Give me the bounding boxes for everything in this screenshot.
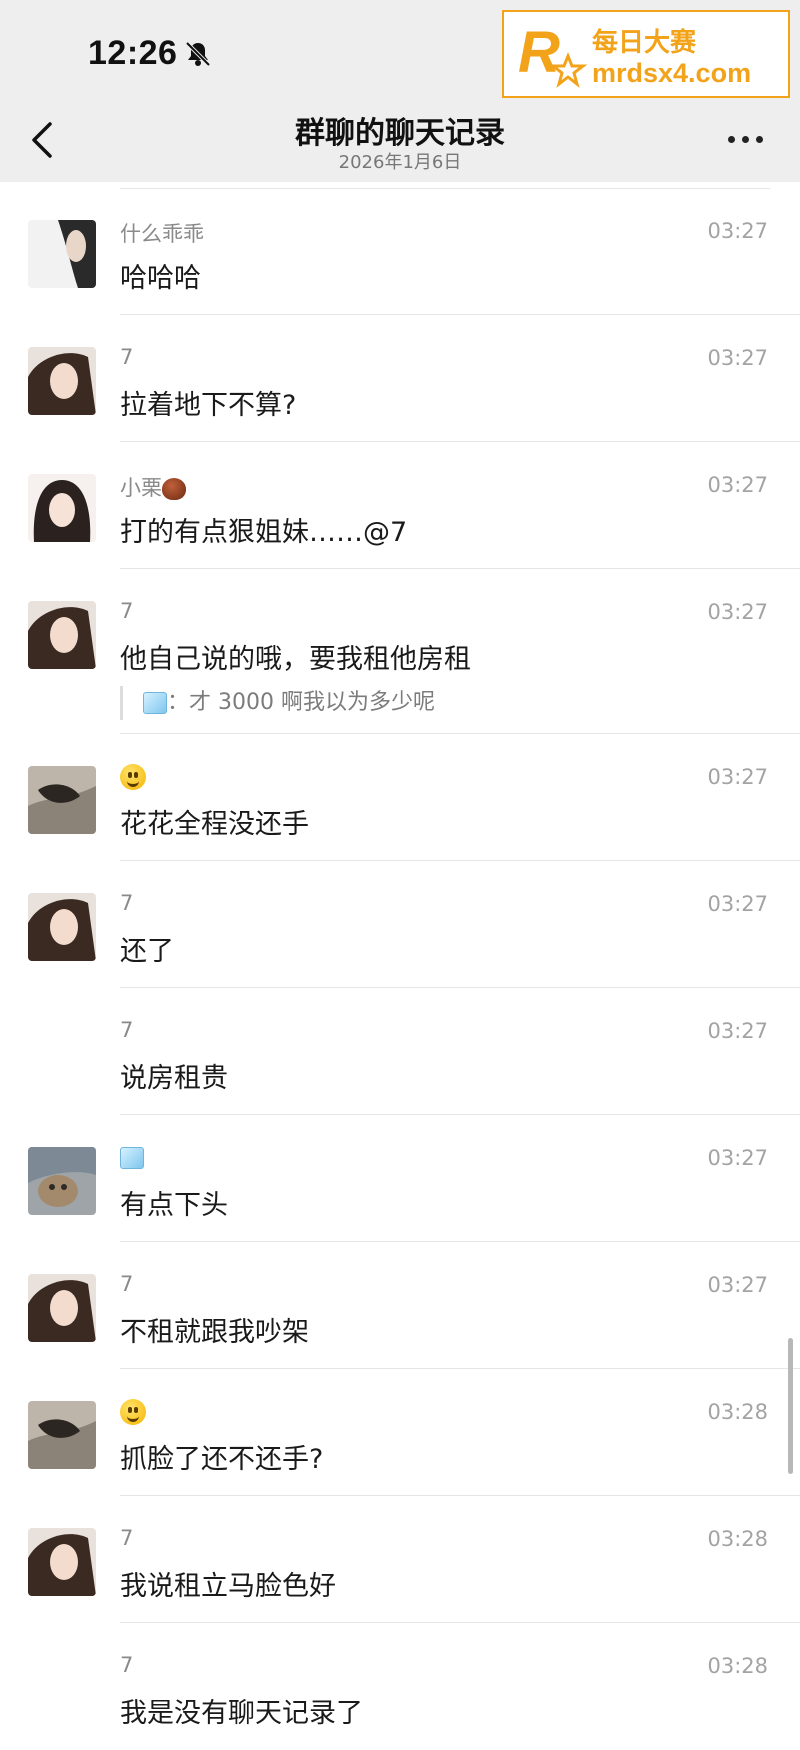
- sender-name: 什么乖乖: [120, 222, 204, 246]
- avatar: [28, 1528, 96, 1596]
- message-time: 03:27: [707, 473, 768, 497]
- sender-name: 7: [120, 599, 134, 623]
- message-text: 不租就跟我吵架: [120, 1317, 309, 1348]
- sender-name: 7: [120, 345, 134, 369]
- list-item[interactable]: 7 03:27 他自己说的哦，要我租他房租 ：才 3000 啊我以为多少呢: [0, 569, 800, 734]
- ice-cube-emoji-icon: [120, 1147, 144, 1169]
- message-time: 03:28: [707, 1654, 768, 1678]
- avatar: [28, 601, 96, 669]
- list-item[interactable]: 小栗 03:27 打的有点狠姐妹……@7: [0, 442, 800, 569]
- sender-name: 7: [120, 891, 134, 915]
- message-text: 他自己说的哦，要我租他房租: [120, 644, 471, 675]
- top-bar: 12:26 R 每日大赛 mrdsx4.com 群聊的聊天记录 2026年1月6…: [0, 0, 800, 182]
- avatar: [28, 766, 96, 834]
- list-item[interactable]: 03:28 抓脸了还不还手?: [0, 1369, 800, 1496]
- message-time: 03:28: [707, 1400, 768, 1424]
- message-time: 03:27: [707, 1146, 768, 1170]
- avatar: [28, 347, 96, 415]
- avatar: [28, 1401, 96, 1469]
- page-title: 群聊的聊天记录: [295, 116, 505, 151]
- list-item[interactable]: 7 03:28 我说租立马脸色好: [0, 1496, 800, 1623]
- message-text: 说房租贵: [120, 1063, 228, 1094]
- more-options-icon[interactable]: [726, 128, 766, 152]
- sender-name: 7: [120, 1018, 134, 1042]
- message-time: 03:27: [707, 1019, 768, 1043]
- message-time: 03:27: [707, 219, 768, 243]
- message-text: 我是没有聊天记录了: [120, 1698, 363, 1729]
- message-time: 03:27: [707, 346, 768, 370]
- sender-name: 小栗: [120, 472, 186, 502]
- message-time: 03:27: [707, 600, 768, 624]
- message-time: 03:27: [707, 765, 768, 789]
- avatar: [28, 1274, 96, 1342]
- message-time: 03:27: [707, 892, 768, 916]
- sender-name: 7: [120, 1526, 134, 1550]
- list-item[interactable]: 03:27 有点下头: [0, 1115, 800, 1242]
- avatar: [28, 893, 96, 961]
- avatar: [28, 474, 96, 542]
- avatar: [28, 1147, 96, 1215]
- quoted-text: ：才 3000 啊我以为多少呢: [167, 690, 435, 715]
- watermark-banner: R 每日大赛 mrdsx4.com: [502, 10, 790, 98]
- quoted-message[interactable]: ：才 3000 啊我以为多少呢: [120, 686, 435, 720]
- message-text: 我说租立马脸色好: [120, 1571, 336, 1602]
- list-item[interactable]: 03:27 花花全程没还手: [0, 734, 800, 861]
- message-text: 有点下头: [120, 1190, 228, 1221]
- sender-name: 7: [120, 1272, 134, 1296]
- chestnut-emoji-icon: [162, 478, 186, 500]
- mute-bell-icon: [185, 41, 211, 67]
- scrollbar[interactable]: [788, 1338, 793, 1474]
- message-text: 花花全程没还手: [120, 809, 309, 840]
- list-item[interactable]: 7 03:28 我是没有聊天记录了: [0, 1623, 800, 1750]
- watermark-name: 每日大赛: [592, 28, 697, 58]
- message-time: 03:28: [707, 1527, 768, 1551]
- ice-cube-emoji-icon: [143, 692, 167, 714]
- message-text: 还了: [120, 936, 174, 967]
- status-bar-time: 12:26: [88, 34, 178, 72]
- message-time: 03:27: [707, 1273, 768, 1297]
- list-item[interactable]: 7 03:27 拉着地下不算?: [0, 315, 800, 442]
- sender-name: 7: [120, 1653, 134, 1677]
- sender-name: [120, 1399, 146, 1425]
- sender-name: [120, 1145, 144, 1169]
- watermark-url: mrdsx4.com: [592, 58, 752, 88]
- watermark-logo-icon: R: [518, 20, 588, 88]
- avatar: [28, 220, 96, 288]
- sender-name: [120, 764, 146, 790]
- grinning-face-emoji-icon: [120, 764, 146, 790]
- svg-text:R: R: [518, 20, 560, 85]
- message-text: 抓脸了还不还手?: [120, 1444, 324, 1475]
- grinning-face-emoji-icon: [120, 1399, 146, 1425]
- message-text: 哈哈哈: [120, 263, 201, 294]
- message-text: 拉着地下不算?: [120, 390, 297, 421]
- list-item[interactable]: 7 03:27 还了: [0, 861, 800, 988]
- list-item[interactable]: 什么乖乖 03:27 哈哈哈: [0, 188, 800, 315]
- list-item[interactable]: 7 03:27 说房租贵: [0, 988, 800, 1115]
- page-subtitle-date: 2026年1月6日: [338, 152, 462, 173]
- list-item[interactable]: 7 03:27 不租就跟我吵架: [0, 1242, 800, 1369]
- message-text: 打的有点狠姐妹……@7: [120, 517, 408, 548]
